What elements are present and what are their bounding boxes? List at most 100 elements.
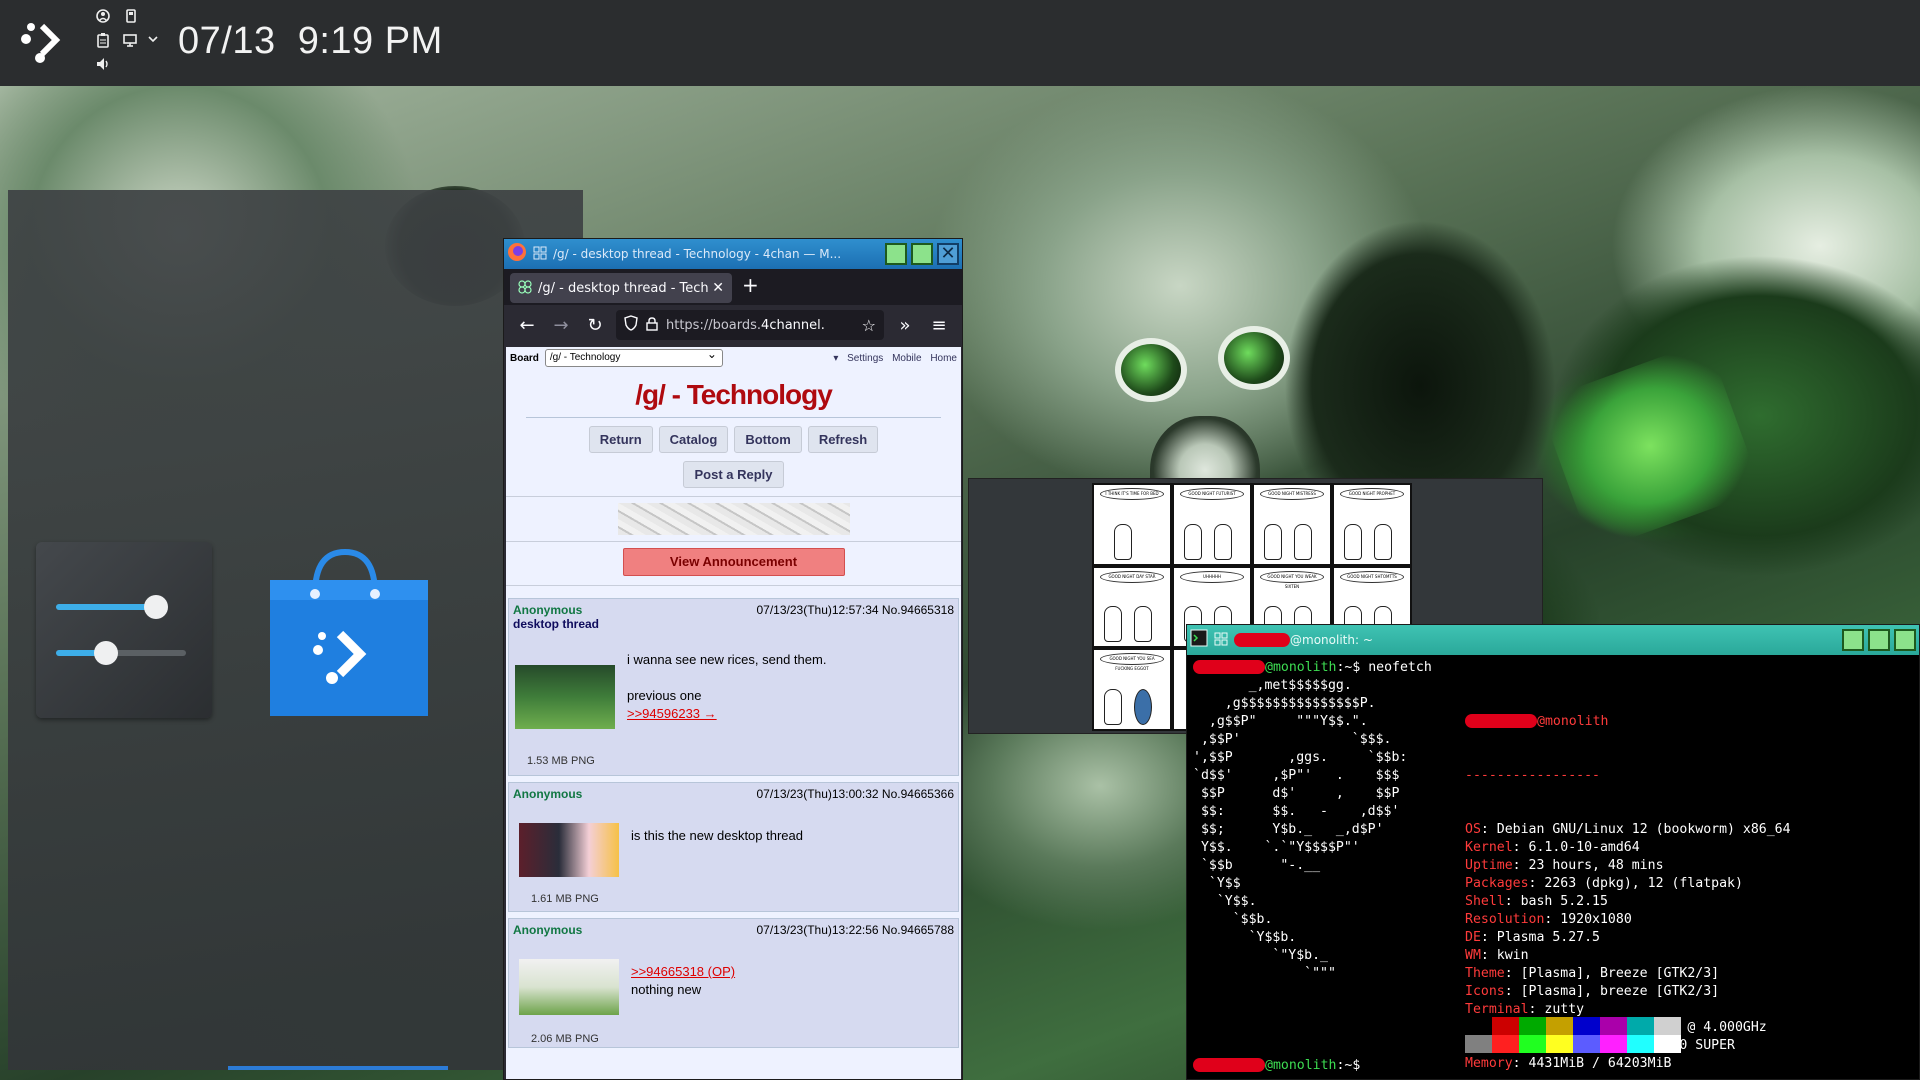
system-settings-icon[interactable] [36,542,212,718]
firefox-window: /g/ - desktop thread - Technology - 4cha… [503,238,963,1080]
op-post: Anonymous 07/13/23(Thu)12:57:34 No.94665… [508,598,959,776]
volume-icon[interactable] [94,56,112,74]
post-thumbnail[interactable] [519,959,619,1015]
info-key: Packages [1465,876,1529,891]
app-launcher-icon[interactable] [18,18,68,68]
post-date[interactable]: 07/13/23(Thu)12:57:34 No.94665318 [757,603,955,617]
info-key: OS [1465,822,1481,837]
overflow-chevron-icon[interactable]: » [888,315,922,336]
firefox-titlebar[interactable]: /g/ - desktop thread - Technology - 4cha… [504,239,962,269]
info-value: 23 hours, 48 mins [1528,858,1664,873]
tab-close-icon[interactable]: ✕ [712,280,724,296]
terminal-output[interactable]: @monolith:~$ neofetch _,met$$$$$gg. ,g$$… [1193,659,1913,1075]
info-key: Memory [1465,1056,1513,1071]
top-links: ▾ Settings Mobile Home [827,353,957,364]
terminal-titlebar[interactable]: @monolith: ~ [1187,625,1919,655]
info-line: DE: Plasma 5.27.5 [1465,930,1600,945]
maximize-button[interactable] [1868,629,1890,651]
refresh-button[interactable]: Refresh [807,426,879,453]
info-value: 1920x1080 [1560,912,1632,927]
wallpaper-goggle-right [1218,326,1290,390]
window-title: @monolith: ~ [1234,633,1838,648]
poster-name: Anonymous [513,603,583,617]
browser-tab[interactable]: /g/ - desktop thread - Tech ✕ [510,273,732,303]
window-menu-icon[interactable] [533,245,547,264]
color-swatch [1465,1035,1492,1053]
forward-button[interactable]: → [544,315,578,336]
close-button[interactable]: ✕ [937,243,959,265]
network-icon[interactable] [94,8,112,26]
banner-image[interactable] [618,503,850,535]
info-line: OS: Debian GNU/Linux 12 (bookworm) x86_6… [1465,822,1791,837]
comic-figure [1374,523,1392,560]
post-thumbnail[interactable] [515,665,615,729]
color-swatch [1519,1035,1546,1053]
speech-bubble: GOOD NIGHT MISTRESS [1260,488,1324,500]
hamburger-menu-icon[interactable]: ≡ [922,315,956,336]
color-swatch [1519,1017,1546,1035]
home-link[interactable]: Home [930,353,957,364]
reload-button[interactable]: ↻ [578,315,612,336]
info-value: [Plasma], Breeze [GTK2/3] [1520,966,1720,981]
chevron-down-icon[interactable] [144,32,162,50]
clock[interactable]: 07/13 9:19 PM [178,20,443,63]
info-value: 6.1.0-10-amd64 [1528,840,1640,855]
comic-panel: GOOD NIGHT PROPHET [1334,485,1410,564]
info-value: Plasma 5.27.5 [1496,930,1600,945]
usb-device-icon[interactable] [122,8,140,26]
banner-area [506,496,961,542]
comic-figure [1104,688,1122,725]
catalog-button[interactable]: Catalog [658,426,729,453]
info-value: bash 5.2.15 [1520,894,1608,909]
back-button[interactable]: ← [510,315,544,336]
color-swatch [1492,1017,1519,1035]
redacted-username [1234,633,1290,648]
close-button[interactable] [1894,629,1916,651]
return-button[interactable]: Return [588,426,653,453]
color-swatch [1627,1035,1654,1053]
info-line: Packages: 2263 (dpkg), 12 (flatpak) [1465,876,1743,891]
color-swatch [1465,1017,1492,1035]
view-announcement-button[interactable]: View Announcement [622,548,845,576]
post-date[interactable]: 07/13/23(Thu)13:22:56 No.94665788 [757,923,955,937]
minimize-button[interactable] [885,243,907,265]
post-reply-button[interactable]: Post a Reply [683,461,784,488]
discover-store-icon[interactable] [260,542,430,718]
quote-link[interactable]: >>94596233 → [627,705,826,723]
post-line: is this the new desktop thread [631,828,803,843]
post-thumbnail[interactable] [519,823,619,877]
mobile-link[interactable]: Mobile [892,353,921,364]
comic-figure [1104,606,1122,643]
wallpaper-green-emblem [1538,340,1762,552]
debian-ascii-logo: _,met$$$$$gg. ,g$$$$$$$$$$$$$$$P. ,g$$P"… [1193,678,1408,981]
clipboard-icon[interactable] [94,32,112,50]
file-info: 2.06 MB PNG [531,1033,599,1045]
info-key: Resolution [1465,912,1545,927]
info-key: Shell [1465,894,1505,909]
info-line: WM: kwin [1465,948,1529,963]
settings-link[interactable]: Settings [847,353,883,364]
shield-icon[interactable] [624,315,638,335]
maximize-button[interactable] [911,243,933,265]
bookmark-star-icon[interactable]: ☆ [862,316,876,335]
new-tab-button[interactable]: + [742,273,759,297]
comic-figure [1134,688,1152,725]
info-value: 4431MiB / 64203MiB [1528,1056,1672,1071]
window-menu-icon[interactable] [1214,631,1228,650]
display-icon[interactable] [122,32,140,50]
info-line: Shell: bash 5.2.15 [1465,894,1608,909]
speech-bubble: UHHHHH [1180,570,1244,583]
tab-title: /g/ - desktop thread - Tech [538,280,709,296]
board-select[interactable]: /g/ - Technology [544,347,723,367]
bottom-button[interactable]: Bottom [734,426,802,453]
minimize-button[interactable] [1842,629,1864,651]
info-key: WM [1465,948,1481,963]
quote-link[interactable]: >>94665318 (OP) [631,963,735,981]
settings-caret-icon[interactable]: ▾ [833,353,838,364]
url-bar[interactable]: https://boards.4channel. ☆ [616,310,884,340]
post-header: Anonymous 07/13/23(Thu)13:00:32 No.94665… [509,783,958,801]
comic-figure [1344,523,1362,560]
lock-icon[interactable] [646,316,658,335]
redacted-username [1193,660,1265,674]
post-date[interactable]: 07/13/23(Thu)13:00:32 No.94665366 [757,787,955,801]
